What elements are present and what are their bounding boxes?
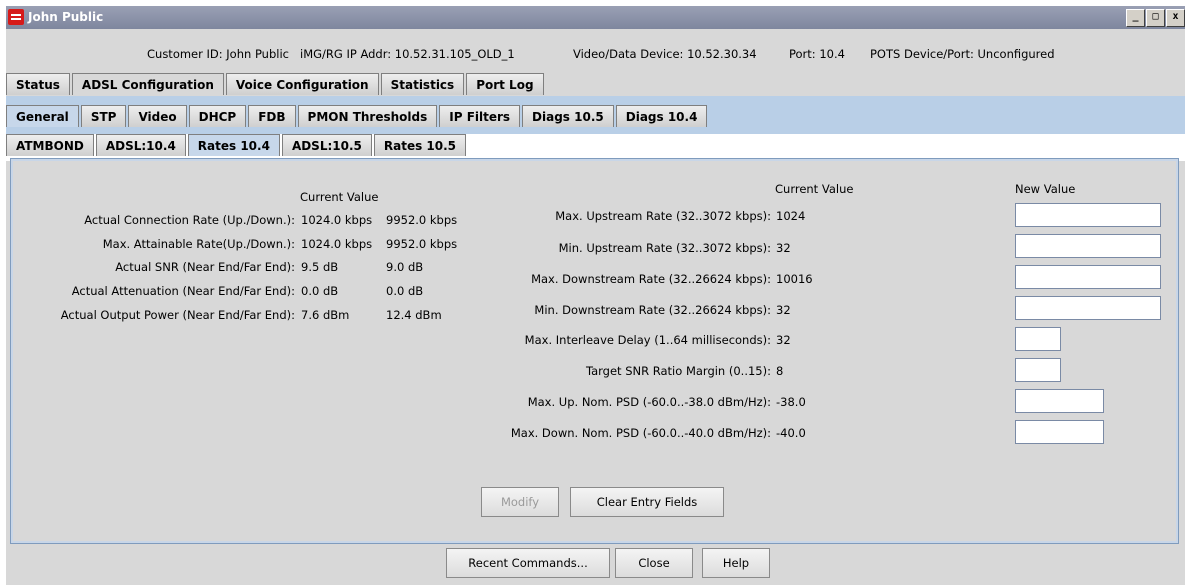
tab-diags-10-4[interactable]: Diags 10.4 <box>615 105 708 127</box>
tab-adsl-10-5[interactable]: ADSL:10.5 <box>281 134 372 156</box>
attainable-rate-up: 1024.0 kbps <box>301 237 373 251</box>
clear-entry-fields-button[interactable]: Clear Entry Fields <box>570 487 724 517</box>
tab-port-log[interactable]: Port Log <box>466 73 544 95</box>
target-snr-margin-value: 8 <box>776 364 784 378</box>
recent-commands-button[interactable]: Recent Commands... <box>446 548 610 578</box>
new-value-header: New Value <box>1015 182 1076 196</box>
target-snr-margin-label: Target SNR Ratio Margin (0..15): <box>585 364 771 378</box>
min-downstream-rate-input[interactable] <box>1015 296 1161 320</box>
max-downstream-rate-value: 10016 <box>776 272 813 286</box>
application-window: John Public _ □ x Customer ID: John Publ… <box>6 6 1185 585</box>
output-power-near: 7.6 dBm <box>301 308 350 322</box>
tab-rates-10-5[interactable]: Rates 10.5 <box>373 134 467 156</box>
tab-status[interactable]: Status <box>6 73 70 95</box>
attainable-rate-label: Max. Attainable Rate(Up./Down.): <box>102 237 295 251</box>
snr-near: 9.5 dB <box>301 260 339 274</box>
max-down-psd-label: Max. Down. Nom. PSD (-60.0..-40.0 dBm/Hz… <box>510 426 771 440</box>
tab-diags-10-5[interactable]: Diags 10.5 <box>522 105 614 127</box>
video-data-device: Video/Data Device: 10.52.30.34 <box>573 47 757 61</box>
max-upstream-rate-value: 1024 <box>776 209 806 223</box>
title-bar[interactable]: John Public _ □ x <box>6 6 1185 29</box>
tab-statistics[interactable]: Statistics <box>380 73 465 95</box>
help-button[interactable]: Help <box>702 548 770 578</box>
tab-video[interactable]: Video <box>128 105 187 127</box>
tab-adsl-10-4[interactable]: ADSL:10.4 <box>95 134 186 156</box>
max-downstream-rate-label: Max. Downstream Rate (32..26624 kbps): <box>531 272 771 286</box>
tab-general[interactable]: General <box>6 105 79 127</box>
app-logo-icon <box>8 9 24 25</box>
connection-rate-up: 1024.0 kbps <box>301 213 373 227</box>
tab-dhcp[interactable]: DHCP <box>188 105 247 127</box>
tab-stp[interactable]: STP <box>80 105 127 127</box>
snr-label: Actual SNR (Near End/Far End): <box>115 260 295 274</box>
min-downstream-rate-value: 32 <box>776 303 791 317</box>
target-snr-margin-input[interactable] <box>1015 358 1061 382</box>
tab-adsl-configuration[interactable]: ADSL Configuration <box>71 73 224 95</box>
sub-tabs: General STP Video DHCP FDB PMON Threshol… <box>6 105 709 127</box>
output-power-label: Actual Output Power (Near End/Far End): <box>60 308 295 322</box>
main-tabs: Status ADSL Configuration Voice Configur… <box>6 73 546 95</box>
customer-id: Customer ID: John Public <box>147 47 289 61</box>
max-down-psd-input[interactable] <box>1015 420 1104 444</box>
tab-rates-10-4[interactable]: Rates 10.4 <box>187 134 280 156</box>
tab-fdb[interactable]: FDB <box>248 105 296 127</box>
interleave-delay-value: 32 <box>776 333 791 347</box>
right-current-value-header: Current Value <box>775 182 854 196</box>
tab-atmbond[interactable]: ATMBOND <box>6 134 94 156</box>
tab-ip-filters[interactable]: IP Filters <box>439 105 521 127</box>
modify-button[interactable]: Modify <box>481 487 559 517</box>
max-up-psd-label: Max. Up. Nom. PSD (-60.0..-38.0 dBm/Hz): <box>527 395 771 409</box>
min-upstream-rate-input[interactable] <box>1015 234 1161 258</box>
ip-address: iMG/RG IP Addr: 10.52.31.105_OLD_1 <box>300 47 515 61</box>
min-downstream-rate-label: Min. Downstream Rate (32..26624 kbps): <box>534 303 771 317</box>
tab-voice-configuration[interactable]: Voice Configuration <box>225 73 379 95</box>
interleave-delay-input[interactable] <box>1015 327 1061 351</box>
attenuation-near: 0.0 dB <box>301 284 339 298</box>
min-upstream-rate-value: 32 <box>776 241 791 255</box>
tab-pmon-thresholds[interactable]: PMON Thresholds <box>297 105 438 127</box>
max-up-psd-value: -38.0 <box>776 395 806 409</box>
max-downstream-rate-input[interactable] <box>1015 265 1161 289</box>
snr-far: 9.0 dB <box>386 260 424 274</box>
interleave-delay-label: Max. Interleave Delay (1..64 millisecond… <box>524 333 771 347</box>
port-info: Port: 10.4 <box>789 47 845 61</box>
pots-device: POTS Device/Port: Unconfigured <box>870 47 1055 61</box>
attenuation-label: Actual Attenuation (Near End/Far End): <box>71 284 295 298</box>
max-upstream-rate-input[interactable] <box>1015 203 1161 227</box>
close-button[interactable]: Close <box>615 548 693 578</box>
window-title: John Public <box>28 10 104 24</box>
attenuation-far: 0.0 dB <box>386 284 424 298</box>
minimize-button[interactable]: _ <box>1126 9 1145 27</box>
connection-rate-label: Actual Connection Rate (Up./Down.): <box>84 213 295 227</box>
left-current-value-header: Current Value <box>300 190 379 204</box>
max-upstream-rate-label: Max. Upstream Rate (32..3072 kbps): <box>555 209 771 223</box>
close-window-button[interactable]: x <box>1166 9 1185 27</box>
rate-tabs: ATMBOND ADSL:10.4 Rates 10.4 ADSL:10.5 R… <box>6 134 468 156</box>
max-up-psd-input[interactable] <box>1015 389 1104 413</box>
maximize-button[interactable]: □ <box>1146 9 1165 27</box>
min-upstream-rate-label: Min. Upstream Rate (32..3072 kbps): <box>558 241 771 255</box>
max-down-psd-value: -40.0 <box>776 426 806 440</box>
